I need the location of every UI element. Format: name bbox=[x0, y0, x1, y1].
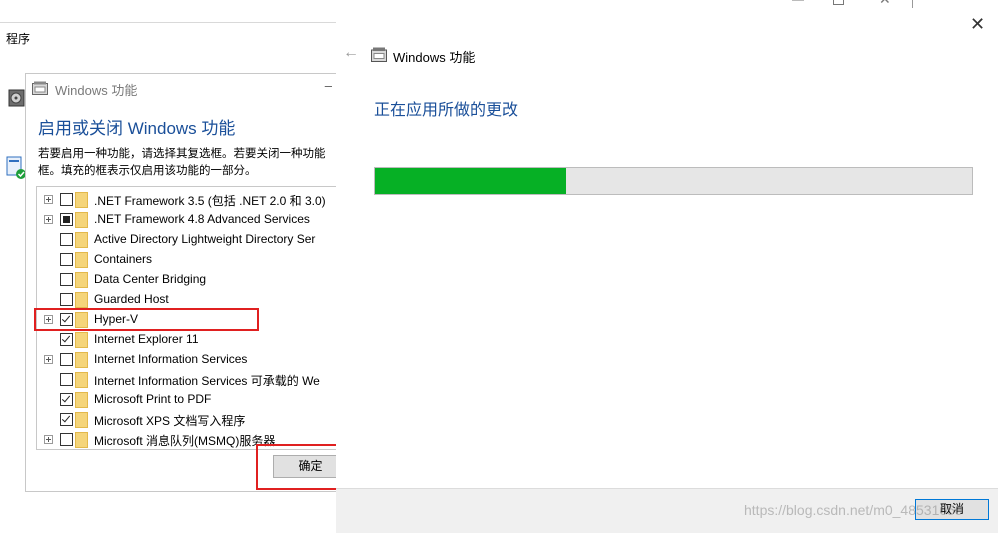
window-title: Windows 功能 bbox=[393, 50, 476, 65]
watermark: https://blog.csdn.net/m0_48531050 bbox=[744, 502, 963, 518]
close-icon[interactable]: ✕ bbox=[879, 0, 891, 8]
expand-icon[interactable] bbox=[44, 435, 53, 444]
feature-label: Containers bbox=[94, 252, 153, 266]
programs-label: 程序 bbox=[6, 32, 31, 46]
feature-checkbox[interactable] bbox=[60, 353, 73, 366]
dialog-titlebar: Windows 功能 – bbox=[26, 74, 337, 102]
expand-icon[interactable] bbox=[44, 195, 53, 204]
feature-label: Internet Explorer 11 bbox=[94, 332, 199, 346]
maximize-button[interactable] bbox=[833, 0, 844, 5]
folder-icon bbox=[75, 272, 88, 288]
expand-icon[interactable] bbox=[44, 215, 53, 224]
feature-label: Data Center Bridging bbox=[94, 272, 207, 286]
windows-features-icon[interactable] bbox=[6, 156, 26, 180]
status-heading: 正在应用所做的更改 bbox=[374, 102, 519, 119]
feature-label: Microsoft XPS 文档写入程序 bbox=[94, 414, 246, 428]
progress-bar bbox=[374, 167, 973, 195]
folder-icon bbox=[75, 392, 88, 408]
dialog-heading: 启用或关闭 Windows 功能 bbox=[38, 119, 236, 138]
dialog-title: Windows 功能 bbox=[55, 83, 138, 98]
feature-checkbox[interactable] bbox=[60, 333, 73, 346]
feature-label: Microsoft Print to PDF bbox=[94, 392, 212, 406]
feature-checkbox[interactable] bbox=[60, 213, 73, 226]
hyper-v-highlight-box bbox=[34, 308, 259, 331]
feature-checkbox[interactable] bbox=[60, 253, 73, 266]
feature-row[interactable]: Internet Explorer 11 bbox=[37, 329, 338, 349]
feature-row[interactable]: Internet Information Services 可承载的 We bbox=[37, 369, 338, 389]
feature-row[interactable]: Microsoft XPS 文档写入程序 bbox=[37, 409, 338, 429]
windows-features-icon bbox=[32, 81, 48, 95]
program-icon[interactable] bbox=[8, 86, 26, 108]
folder-icon bbox=[75, 372, 88, 388]
feature-row[interactable]: Containers bbox=[37, 249, 338, 269]
feature-label: Active Directory Lightweight Directory S… bbox=[94, 232, 316, 246]
windows-features-dialog: Windows 功能 – 启用或关闭 Windows 功能 若要启用一种功能，请… bbox=[25, 73, 348, 492]
minimize-button[interactable]: – bbox=[325, 78, 332, 93]
feature-checkbox[interactable] bbox=[60, 233, 73, 246]
dialog-description: 若要启用一种功能，请选择其复选框。若要关闭一种功能 框。填充的框表示仅启用该功能… bbox=[38, 148, 326, 177]
feature-label: Internet Information Services bbox=[94, 352, 248, 366]
feature-row[interactable]: Microsoft Print to PDF bbox=[37, 389, 338, 409]
feature-row[interactable]: Guarded Host bbox=[37, 289, 338, 309]
folder-icon bbox=[75, 412, 88, 428]
folder-icon bbox=[75, 292, 88, 308]
feature-row[interactable]: Active Directory Lightweight Directory S… bbox=[37, 229, 338, 249]
feature-checkbox[interactable] bbox=[60, 413, 73, 426]
feature-label: .NET Framework 4.8 Advanced Services bbox=[94, 212, 310, 226]
folder-icon bbox=[75, 212, 88, 228]
folder-icon bbox=[75, 332, 88, 348]
folder-icon bbox=[75, 352, 88, 368]
feature-row[interactable]: Data Center Bridging bbox=[37, 269, 338, 289]
feature-label: .NET Framework 3.5 (包括 .NET 2.0 和 3.0) bbox=[94, 194, 326, 208]
folder-icon bbox=[75, 232, 88, 248]
folder-icon bbox=[75, 252, 88, 268]
feature-checkbox[interactable] bbox=[60, 373, 73, 386]
feature-checkbox[interactable] bbox=[60, 393, 73, 406]
close-button[interactable]: ✕ bbox=[970, 14, 985, 35]
progress-bar-fill bbox=[375, 168, 567, 194]
back-arrow-icon[interactable]: ← bbox=[343, 44, 359, 62]
feature-checkbox[interactable] bbox=[60, 433, 73, 446]
folder-icon bbox=[75, 192, 88, 208]
feature-row[interactable]: .NET Framework 3.5 (包括 .NET 2.0 和 3.0) bbox=[37, 189, 338, 209]
applying-changes-window: — ✕ ✕ ← Windows 功能 正在应用所做的更改 取消 bbox=[336, 0, 998, 533]
minimize-button[interactable]: — bbox=[792, 0, 804, 6]
feature-label: Guarded Host bbox=[94, 292, 169, 306]
feature-checkbox[interactable] bbox=[60, 273, 73, 286]
feature-checkbox[interactable] bbox=[60, 293, 73, 306]
feature-row[interactable]: Internet Information Services bbox=[37, 349, 338, 369]
feature-label: Internet Information Services 可承载的 We bbox=[94, 374, 320, 388]
folder-icon bbox=[75, 432, 88, 448]
feature-checkbox[interactable] bbox=[60, 193, 73, 206]
divider bbox=[0, 22, 336, 23]
expand-icon[interactable] bbox=[44, 355, 53, 364]
windows-features-icon bbox=[371, 47, 387, 62]
divider bbox=[912, 0, 913, 8]
window-caption-buttons: — ✕ bbox=[336, 0, 998, 10]
feature-label: Microsoft 消息队列(MSMQ)服务器 bbox=[94, 434, 276, 448]
feature-row[interactable]: .NET Framework 4.8 Advanced Services bbox=[37, 209, 338, 229]
